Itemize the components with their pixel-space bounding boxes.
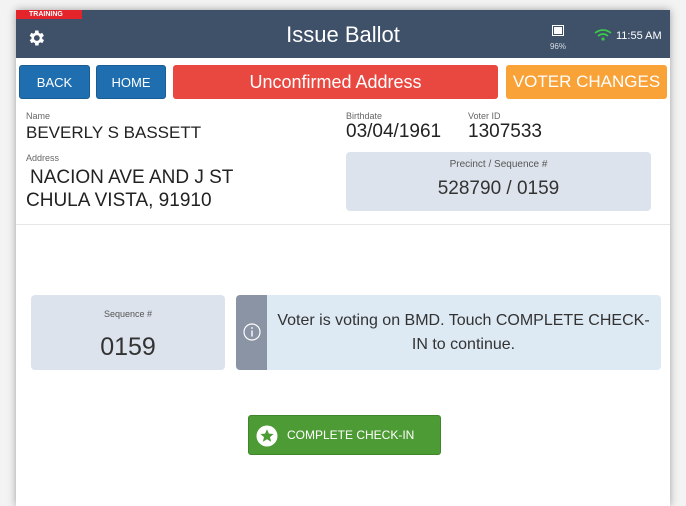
address-line-1: NACION AVE AND J ST: [30, 167, 234, 188]
home-button[interactable]: HOME: [96, 65, 166, 99]
top-bar: TRAINING Issue Ballot 96% 11:55 AM: [16, 10, 670, 58]
star-icon: [256, 425, 278, 447]
birthdate-value: 03/04/1961: [346, 121, 442, 142]
sequence-value: 0159: [100, 333, 156, 361]
precinct-card: Precinct / Sequence # 528790 / 0159: [346, 152, 651, 211]
sequence-card: Sequence # 0159: [31, 295, 225, 370]
back-button[interactable]: BACK: [19, 65, 90, 99]
precinct-value: 528790 / 0159: [437, 178, 560, 199]
info-message: Voter is voting on BMD. Touch COMPLETE C…: [277, 312, 650, 353]
info-icon: [243, 323, 261, 341]
voter-changes-button[interactable]: VOTER CHANGES: [506, 65, 667, 99]
battery-percent: 96%: [549, 42, 566, 51]
address-label: Address: [26, 153, 60, 163]
birthdate-label: Birthdate: [346, 111, 383, 121]
divider: [16, 224, 670, 225]
clock: 11:55 AM: [616, 30, 662, 42]
battery-icon: [552, 25, 564, 36]
name-label: Name: [26, 111, 51, 121]
precinct-label: Precinct / Sequence #: [449, 159, 548, 170]
complete-check-in-button[interactable]: COMPLETE CHECK-IN: [248, 415, 441, 455]
voter-id-value: 1307533: [468, 121, 542, 142]
training-badge: TRAINING: [16, 10, 82, 19]
voter-id-label: Voter ID: [468, 111, 501, 121]
sequence-label: Sequence #: [103, 309, 153, 319]
app-screen: TRAINING Issue Ballot 96% 11:55 AM BACK …: [16, 10, 670, 506]
battery-indicator: 96%: [546, 23, 570, 51]
address-line-2: CHULA VISTA, 91910: [26, 190, 212, 211]
info-strip: [236, 295, 267, 370]
page-title: Issue Ballot: [286, 22, 400, 47]
unconfirmed-address-banner: Unconfirmed Address: [173, 65, 498, 99]
info-message-box: Voter is voting on BMD. Touch COMPLETE C…: [236, 295, 661, 370]
complete-check-in-label: COMPLETE CHECK-IN: [287, 428, 415, 442]
voter-name: BEVERLY S BASSETT: [26, 123, 202, 142]
wifi-icon: [594, 29, 612, 41]
